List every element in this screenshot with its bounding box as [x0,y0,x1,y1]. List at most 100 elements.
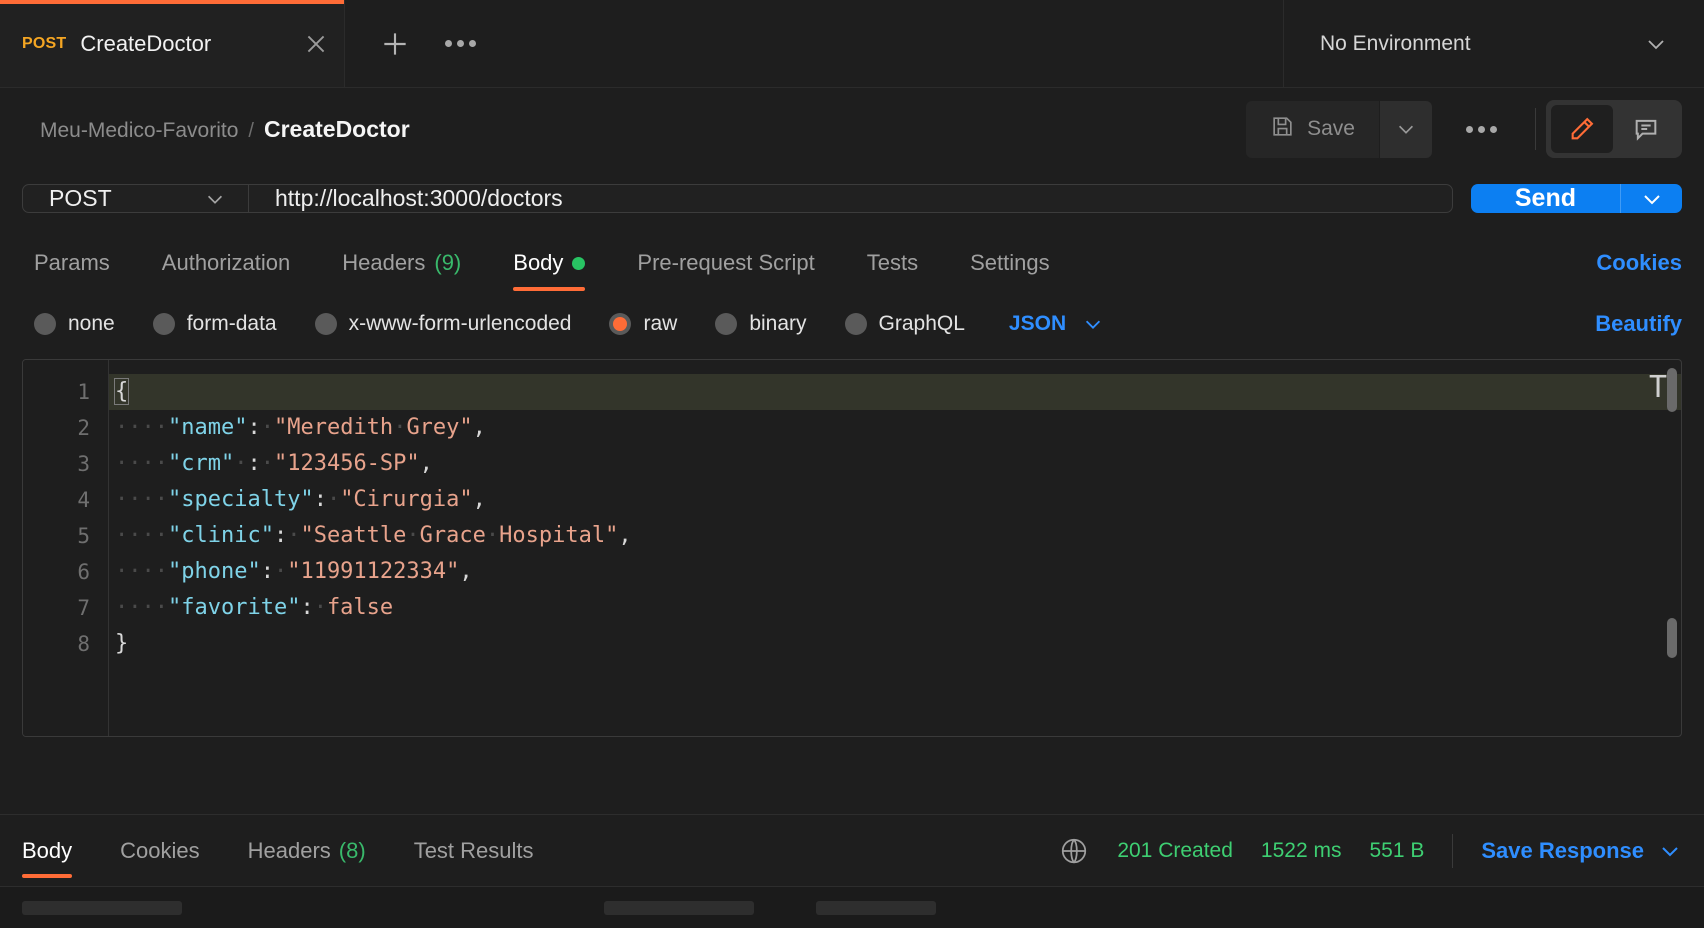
editor-code-area[interactable]: {····"name":·"Meredith·Grey", ····"crm"·:… [109,360,1681,736]
line-number: 6 [77,560,90,584]
send-dropdown-button[interactable] [1620,184,1682,213]
request-body-editor[interactable]: 1 2 3 4 5 6 7 8 {····"name":·"Meredith·G… [22,359,1682,737]
send-button[interactable]: Send [1470,184,1620,213]
header-actions: Save [1246,100,1682,158]
tab-label: Body [513,250,564,275]
line-number: 1 [77,380,90,404]
url-input[interactable]: http://localhost:3000/doctors [249,185,1452,212]
save-response-button[interactable]: Save Response [1481,838,1682,864]
view-mode-group [1546,100,1682,158]
url-row: POST http://localhost:3000/doctors Send [0,170,1704,231]
tab-label: Headers [247,837,331,863]
save-dropdown-button[interactable] [1380,100,1432,158]
body-type-form-data[interactable]: form-data [152,312,277,336]
body-type-raw[interactable]: raw [609,312,677,336]
request-tab-createdoctor[interactable]: POST CreateDoctor [0,0,345,87]
line-number: 5 [77,524,90,548]
tab-body[interactable]: Body [513,231,586,295]
body-active-dot-icon [572,256,586,270]
response-tab-test-results[interactable]: Test Results [414,815,534,886]
pencil-icon[interactable] [1551,105,1613,153]
ellipsis-icon[interactable] [445,40,476,47]
beautify-button[interactable]: Beautify [1595,311,1682,337]
new-tab-zone [345,0,1284,87]
tab-settings[interactable]: Settings [970,231,1050,295]
tab-label: Cookies [120,837,200,863]
code-line: ····"favorite":·false [115,595,394,620]
body-type-none[interactable]: none [34,312,115,336]
save-button[interactable]: Save [1246,100,1379,158]
chevron-down-icon [1398,125,1414,134]
status-badge: 201 Created [1117,838,1233,862]
cookies-link[interactable]: Cookies [1596,250,1682,276]
body-type-binary[interactable]: binary [715,312,807,336]
close-icon[interactable] [288,31,344,57]
chevron-down-icon [1662,846,1678,856]
radio-icon [152,313,175,335]
chevron-down-icon [1643,194,1660,204]
chevron-down-icon[interactable] [1644,32,1668,56]
tab-pre-request-script[interactable]: Pre-request Script [637,231,814,295]
tab-headers[interactable]: Headers (9) [342,231,461,295]
globe-icon [1059,836,1089,866]
line-number: 7 [77,596,90,620]
breadcrumb-collection[interactable]: Meu-Medico-Favorito [40,119,238,143]
line-number: 8 [77,632,90,656]
tab-params[interactable]: Params [34,231,110,295]
body-type-label: form-data [186,312,277,335]
code-line: ····"specialty":·"Cirurgia", [115,487,486,512]
chevron-down-icon [1086,320,1101,329]
radio-icon-selected [609,313,632,335]
code-line: { [109,374,1681,410]
editor-text-marker: T [1648,370,1667,405]
body-type-x-www-form-urlencoded[interactable]: x-www-form-urlencoded [314,312,572,336]
http-method-label: POST [49,185,112,211]
radio-icon [844,313,867,335]
save-response-label: Save Response [1481,837,1644,863]
body-type-graphql[interactable]: GraphQL [844,312,965,336]
breadcrumb-separator: / [248,119,254,142]
response-tab-body[interactable]: Body [22,815,73,886]
code-line: } [115,631,129,656]
tab-label: Params [34,250,110,275]
body-format-select[interactable]: JSON [1009,312,1104,336]
http-method-select[interactable]: POST [23,185,249,212]
tab-count: (9) [434,250,462,275]
breadcrumb: Meu-Medico-Favorito / CreateDoctor [40,116,1246,143]
response-bar: Body Cookies Headers (8) Test Results 20… [0,814,1704,886]
radio-icon [34,313,56,335]
chevron-down-icon [207,195,223,204]
divider [1452,833,1454,868]
response-tab-cookies[interactable]: Cookies [120,815,199,886]
response-tab-headers[interactable]: Headers (8) [248,815,366,886]
breadcrumb-bar: Meu-Medico-Favorito / CreateDoctor Save [0,88,1704,170]
response-time: 1522 ms [1260,838,1342,862]
code-line: ····"crm"·:·"123456-SP", [115,451,433,476]
tab-label: Pre-request Script [637,250,815,275]
body-type-label: GraphQL [878,312,965,335]
environment-label: No Environment [1320,31,1471,55]
response-status-group: 201 Created 1522 ms 551 B Save Response [1059,833,1682,868]
environment-selector[interactable]: No Environment [1284,0,1704,87]
status-footer [0,886,1704,928]
editor-scrollbar[interactable] [1667,368,1677,728]
body-type-label: x-www-form-urlencoded [348,312,572,335]
breadcrumb-current: CreateDoctor [263,115,410,142]
body-type-label: binary [749,312,807,335]
save-button-label: Save [1307,117,1355,140]
tab-label: Test Results [413,837,534,863]
send-button-group: Send [1470,184,1682,213]
plus-icon[interactable] [379,28,411,60]
tab-title-label: CreateDoctor [80,30,212,56]
tab-tests[interactable]: Tests [867,231,918,295]
tab-authorization[interactable]: Authorization [162,231,290,295]
header-more-icon[interactable] [1432,125,1531,133]
tab-count: (8) [338,837,366,863]
body-type-label: raw [643,312,678,335]
code-line: ····"phone":·"11991122334", [115,559,473,584]
footer-stub [604,900,754,915]
line-number: 2 [77,416,90,440]
editor-gutter: 1 2 3 4 5 6 7 8 [23,360,109,736]
comment-icon[interactable] [1615,105,1677,153]
request-tabs: Params Authorization Headers (9) Body Pr… [0,231,1704,295]
